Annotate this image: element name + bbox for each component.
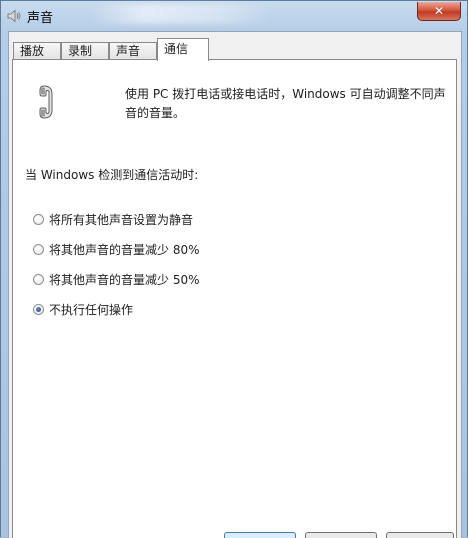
option-mute-all[interactable]: 将所有其他声音设置为静音	[33, 211, 193, 227]
option-label: 将其他声音的音量减少 80%	[49, 242, 200, 257]
option-do-nothing[interactable]: 不执行任何操作	[33, 301, 133, 317]
close-button[interactable]: ✕	[417, 2, 461, 21]
radio-button-selected[interactable]	[33, 303, 44, 315]
communication-activity-label: 当 Windows 检测到通信活动时:	[25, 168, 199, 182]
tab-recording[interactable]: 录制	[61, 42, 109, 60]
tab-communications[interactable]: 通信	[157, 38, 209, 61]
sound-dialog-window: 声音 ✕ 播放 录制 声音 通信 使用 PC 拨打电话或接电话时，Windows…	[0, 0, 468, 538]
option-label: 将其他声音的音量减少 50%	[49, 272, 200, 287]
communications-panel: 使用 PC 拨打电话或接电话时，Windows 可自动调整不同声音的音量。 当 …	[12, 59, 457, 538]
cancel-button[interactable]	[305, 532, 377, 538]
tab-label: 声音	[116, 44, 141, 58]
title-bar[interactable]: 声音 ✕	[1, 1, 467, 31]
blurred-background-caption	[91, 4, 271, 24]
apply-button[interactable]	[386, 532, 454, 538]
tab-label: 通信	[164, 42, 189, 56]
option-reduce-50[interactable]: 将其他声音的音量减少 50%	[33, 271, 200, 287]
close-icon: ✕	[433, 4, 445, 18]
tab-label: 播放	[20, 44, 45, 58]
radio-button[interactable]	[33, 213, 44, 225]
radio-button[interactable]	[33, 243, 44, 255]
speaker-icon	[7, 9, 21, 23]
dialog-button-row	[9, 532, 461, 538]
option-label: 将所有其他声音设置为静音	[49, 212, 194, 227]
telephone-handset-icon	[39, 85, 53, 119]
option-label: 不执行任何操作	[49, 302, 134, 317]
tab-sounds[interactable]: 声音	[109, 42, 157, 60]
communications-description: 使用 PC 拨打电话或接电话时，Windows 可自动调整不同声音的音量。	[125, 87, 446, 120]
tab-playback[interactable]: 播放	[13, 42, 61, 60]
tab-label: 录制	[68, 44, 93, 58]
ok-button[interactable]	[224, 532, 296, 538]
dialog-client-area: 播放 录制 声音 通信 使用 PC 拨打电话或接电话时，Windows 可自动调…	[8, 31, 462, 538]
window-title: 声音	[27, 11, 54, 26]
option-reduce-80[interactable]: 将其他声音的音量减少 80%	[33, 241, 200, 257]
radio-button[interactable]	[33, 273, 44, 285]
